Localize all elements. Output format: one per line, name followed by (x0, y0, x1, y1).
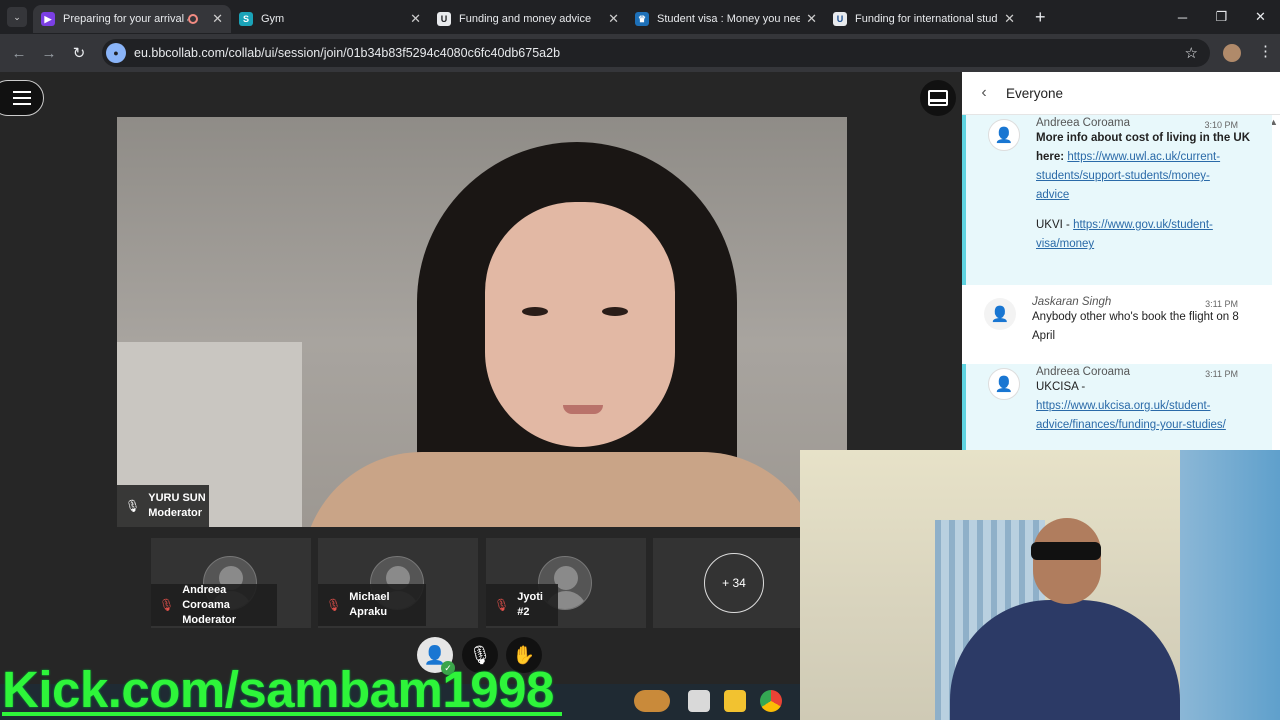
presenter-name: YURU SUN (148, 492, 206, 504)
tab-preparing[interactable]: ▶ Preparing for your arrival & ✕ (33, 5, 231, 33)
new-tab-button[interactable]: + (1035, 7, 1046, 28)
message-text: Anybody other who's book the flight on 8… (1032, 311, 1239, 342)
presenter-video (117, 117, 847, 527)
maximize-button[interactable]: ❐ (1202, 9, 1241, 25)
message-bold-prefix: here: (1036, 151, 1065, 163)
muted-mic-icon: 🎙 (159, 598, 175, 612)
file-explorer-icon[interactable] (724, 690, 746, 712)
chat-title: Everyone (1006, 85, 1064, 101)
presenter-eye (522, 307, 548, 316)
reload-button[interactable]: ↻ (64, 44, 94, 62)
chevron-down-icon: ⌄ (13, 11, 21, 22)
url-text: eu.bbcollab.com/collab/ui/session/join/0… (134, 46, 561, 60)
avatar: 👤 (988, 368, 1020, 400)
close-tab-icon[interactable]: ✕ (1004, 11, 1015, 27)
tab-title: Student visa : Money you need (657, 13, 801, 25)
site-info-icon[interactable]: ● (106, 43, 126, 63)
recording-icon (188, 14, 199, 24)
govuk-icon: ♛ (635, 12, 649, 26)
message-text: UKCISA - (1036, 381, 1086, 393)
forward-button[interactable]: → (34, 45, 64, 62)
avatar: 👤 (988, 119, 1020, 151)
tab-funding-money[interactable]: U Funding and money advice ✕ (429, 5, 627, 33)
participant-tile[interactable]: 🎙 Michael Apraku (318, 538, 478, 628)
presenter-role: Moderator (148, 507, 203, 519)
message-link[interactable]: students/support-students/money- (1036, 170, 1210, 182)
task-view-icon[interactable] (688, 690, 710, 712)
layout-toggle-button[interactable] (920, 80, 956, 116)
sunglasses (1031, 542, 1101, 560)
university-icon: U (437, 12, 451, 26)
stream-watermark: Kick.com/sambam1998 (2, 661, 554, 718)
webcam-overlay (800, 450, 1280, 720)
participant-tile[interactable]: 🎙 Andreea Coroama Moderator (151, 538, 311, 628)
message-time: 3:11 PM (1205, 369, 1238, 379)
more-participants-tile[interactable]: + 34 (653, 538, 813, 628)
participant-tile[interactable]: 🎙 Jyoti #2 (486, 538, 646, 628)
weather-icon[interactable] (634, 690, 670, 712)
microphone-icon: 🎙 (125, 499, 141, 513)
window-controls: ─ ❐ ✕ (1163, 0, 1280, 34)
browser-toolbar: ← → ↻ ● eu.bbcollab.com/collab/ui/sessio… (0, 34, 1280, 72)
message-link[interactable]: https://www.ukcisa.org.uk/student- (1036, 400, 1211, 412)
tab-title: Funding and money advice (459, 13, 592, 25)
close-tab-icon[interactable]: ✕ (608, 11, 619, 27)
muted-mic-icon: 🎙 (326, 598, 342, 612)
message-bold-text: More info about cost of living in the UK (1036, 132, 1251, 144)
session-menu-button[interactable] (0, 80, 44, 116)
presenter-name-tag: 🎙 YURU SUN Moderator (117, 485, 209, 527)
presenter-body (302, 452, 822, 527)
chat-message: 👤 Andreea Coroama 3:11 PM UKCISA - https… (962, 364, 1272, 450)
profile-avatar[interactable] (1223, 44, 1241, 62)
window (1180, 450, 1280, 720)
address-bar[interactable]: ● eu.bbcollab.com/collab/ui/session/join… (102, 39, 1210, 67)
participant-name: Jyoti #2 (517, 591, 543, 618)
back-button[interactable]: ← (4, 45, 34, 62)
watermark-underline (2, 712, 562, 716)
ukcisa-icon: U (833, 12, 847, 26)
close-tab-icon[interactable]: ✕ (212, 11, 223, 27)
chat-message: 👤 Andreea Coroama 3:10 PM More info abou… (962, 115, 1272, 285)
su-icon: S (239, 12, 253, 26)
close-tab-icon[interactable]: ✕ (806, 11, 817, 27)
chat-header: ‹ Everyone (962, 72, 1280, 115)
tab-title: Preparing for your arrival & (63, 13, 189, 25)
muted-mic-icon: 🎙 (494, 598, 510, 612)
close-tab-icon[interactable]: ✕ (410, 11, 421, 27)
participant-name: Andreea Coroama (182, 583, 230, 611)
minimize-button[interactable]: ─ (1163, 10, 1202, 25)
bookmark-star-icon[interactable]: ☆ (1185, 44, 1198, 62)
message-link[interactable]: advice/finances/funding-your-studies/ (1036, 419, 1226, 431)
participant-name: Michael Apraku (349, 591, 390, 618)
chat-panel: ‹ Everyone ▲ 👤 Andreea Coroama 3:10 PM M… (962, 72, 1280, 450)
avatar: 👤 (984, 298, 1016, 330)
message-time: 3:11 PM (1205, 299, 1238, 309)
more-participants-count: + 34 (704, 553, 764, 613)
chrome-icon[interactable] (760, 690, 782, 712)
collab-icon: ▶ (41, 12, 55, 26)
close-window-button[interactable]: ✕ (1241, 9, 1280, 25)
presenter-eye (602, 307, 628, 316)
message-link[interactable]: visa/money (1036, 238, 1094, 250)
message-link[interactable]: https://www.uwl.ac.uk/current- (1067, 151, 1220, 163)
message-time: 3:10 PM (1204, 120, 1238, 130)
message-link[interactable]: advice (1036, 189, 1069, 201)
participant-role: Moderator (182, 613, 237, 626)
browser-menu-icon[interactable]: ⋮ (1258, 42, 1273, 60)
layout-icon (928, 90, 948, 106)
tab-title: Funding for international stude (855, 13, 999, 25)
tab-gym[interactable]: S Gym ✕ (231, 5, 429, 33)
tab-title: Gym (261, 13, 285, 25)
chat-message: 👤 Jaskaran Singh 3:11 PM Anybody other w… (962, 294, 1272, 362)
tab-bar: ⌄ ▶ Preparing for your arrival & ✕ S Gym… (0, 0, 1280, 34)
tab-search-button[interactable]: ⌄ (7, 7, 27, 27)
message-text: UKVI - (1036, 219, 1070, 231)
chevron-left-icon[interactable]: ‹ (962, 84, 1006, 102)
tab-funding-intl[interactable]: U Funding for international stude ✕ (825, 5, 1023, 33)
message-link[interactable]: https://www.gov.uk/student- (1073, 219, 1213, 231)
streamer-head (1033, 518, 1101, 604)
tab-student-visa[interactable]: ♛ Student visa : Money you need ✕ (627, 5, 825, 33)
presenter-mouth (563, 405, 603, 414)
